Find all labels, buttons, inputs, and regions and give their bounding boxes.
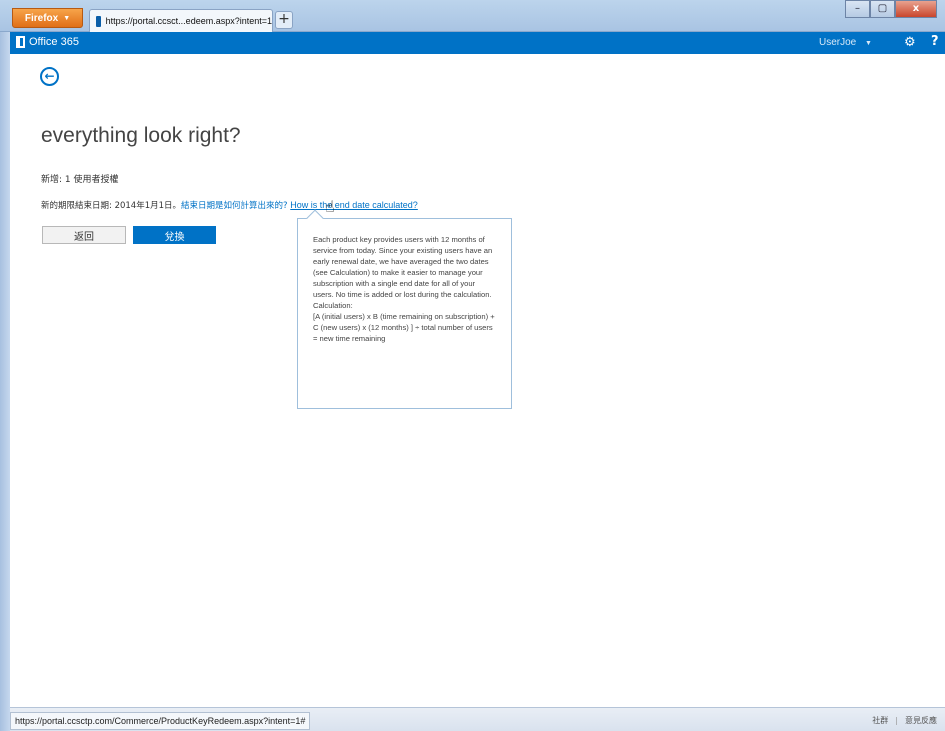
new-tab-button[interactable]: + — [275, 11, 293, 29]
o365-logo-text: Office 365 — [29, 36, 79, 48]
chevron-down-icon: ▼ — [865, 40, 872, 47]
firefox-menu-button[interactable]: Firefox ▼ — [12, 8, 83, 28]
footer-links: 社群 | 意見反應 — [872, 715, 937, 726]
status-url: https://portal.ccsctp.com/Commerce/Produ… — [10, 712, 311, 730]
browser-statusbar: https://portal.ccsctp.com/Commerce/Produ… — [10, 707, 945, 731]
o365-logo[interactable]: Office 365 — [16, 36, 79, 48]
tooltip-calculation-label: Calculation: — [313, 301, 353, 310]
end-date-help-link[interactable]: How is the end date calculated? — [290, 200, 418, 210]
end-date-tooltip: Each product key provides users with 12 … — [297, 209, 512, 409]
tab-title: https://portal.ccsct...edeem.aspx?intent… — [105, 16, 272, 26]
user-name: UserJoe — [819, 37, 857, 48]
end-date-text: 新的期限結束日期: 2014年1月1日。 — [41, 201, 182, 211]
minimize-button[interactable]: – — [845, 0, 870, 18]
hand-cursor-icon: ☝ — [325, 197, 335, 216]
maximize-button[interactable]: ▢ — [870, 0, 895, 18]
close-window-button[interactable]: x — [895, 0, 937, 18]
office-favicon-icon — [96, 15, 101, 27]
tooltip-formula: [A (initial users) x B (time remaining o… — [313, 312, 495, 343]
tooltip-explanation: Each product key provides users with 12 … — [313, 235, 493, 299]
user-menu[interactable]: UserJoe ▼ — [819, 37, 872, 48]
end-date-help-link-cn[interactable]: 結束日期是如何計算出來的? — [181, 201, 288, 211]
browser-titlebar: Firefox ▼ https://portal.ccsct...edeem.a… — [0, 0, 945, 32]
end-date-line: 新的期限結束日期: 2014年1月1日。結束日期是如何計算出來的? How is… — [41, 199, 418, 211]
page-title: everything look right? — [41, 124, 241, 147]
community-link[interactable]: 社群 — [872, 716, 888, 725]
o365-navbar: Office 365 UserJoe ▼ ⚙ ? — [10, 32, 945, 54]
back-arrow-icon[interactable]: ← — [40, 67, 59, 86]
tooltip-pointer — [306, 209, 324, 227]
office-logo-icon — [16, 36, 25, 48]
redeem-button[interactable]: 兌換 — [133, 226, 216, 244]
back-button[interactable]: 返回 — [42, 226, 126, 244]
firefox-menu-label: Firefox — [24, 12, 59, 24]
main-content: ← everything look right? 新增: 1 使用者授權 新的期… — [10, 54, 945, 707]
chevron-down-icon: ▼ — [63, 14, 71, 22]
gear-icon[interactable]: ⚙ — [904, 35, 916, 50]
feedback-link[interactable]: 意見反應 — [905, 716, 937, 725]
window-controls: – ▢ x — [845, 0, 937, 18]
license-add-summary: 新增: 1 使用者授權 — [41, 175, 119, 185]
help-icon[interactable]: ? — [931, 34, 939, 49]
browser-tab[interactable]: https://portal.ccsct...edeem.aspx?intent… — [89, 9, 273, 32]
footer-separator: | — [895, 716, 898, 725]
window-frame-left — [0, 32, 10, 731]
